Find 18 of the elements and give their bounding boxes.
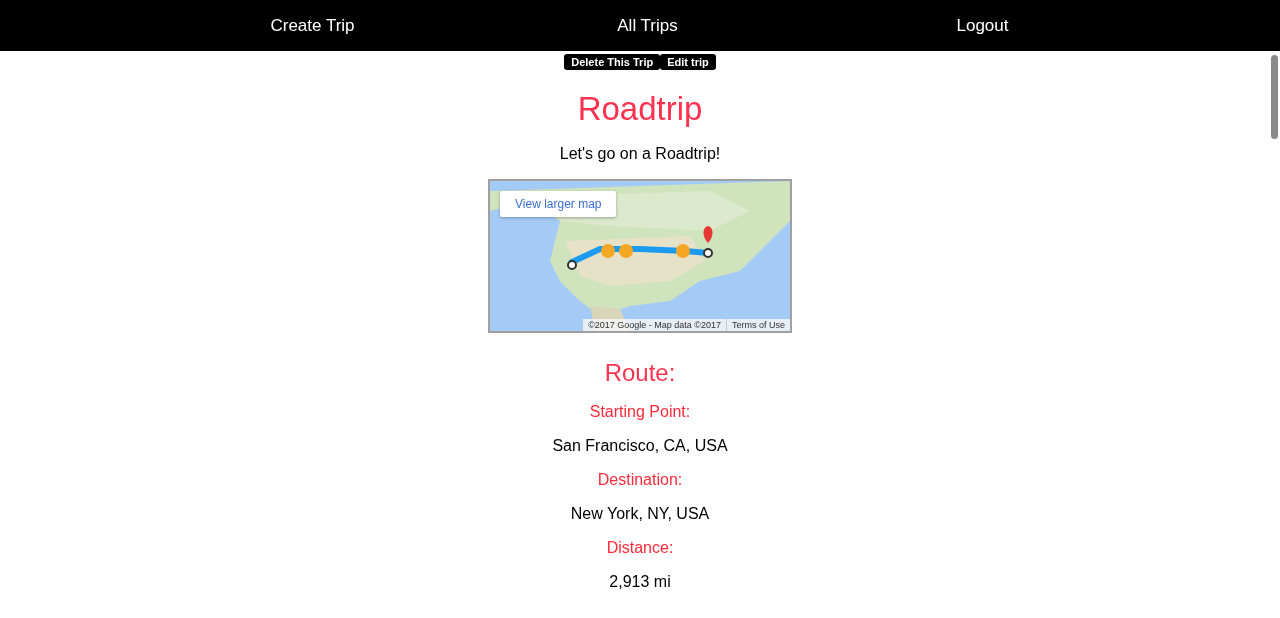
field-value: San Francisco, CA, USA [552,437,728,455]
trip-description: Let's go on a Roadtrip! [559,145,721,163]
nav-link[interactable]: All Trips [617,15,678,36]
nav-link[interactable]: Logout [956,15,1009,36]
delete-trip-button[interactable]: Delete This Trip [564,54,661,70]
route-heading: Route: [604,359,676,387]
view-larger-map-button[interactable]: View larger map [500,191,617,217]
nav-link[interactable]: Create Trip [270,15,355,36]
field-label: Distance: [606,539,674,557]
field-value: New York, NY, USA [570,505,710,523]
field-label: Starting Point: [589,403,691,421]
terms-link[interactable]: Terms of Use [726,319,790,331]
field-label: Destination: [597,471,683,489]
scrollbar-thumb[interactable] [1271,55,1278,139]
trip-title: Roadtrip [577,90,703,128]
map-attribution: ©2017 Google - Map data ©2017 [587,319,722,331]
edit-trip-button[interactable]: Edit trip [660,54,716,70]
field-value: 2,913 mi [609,573,671,591]
